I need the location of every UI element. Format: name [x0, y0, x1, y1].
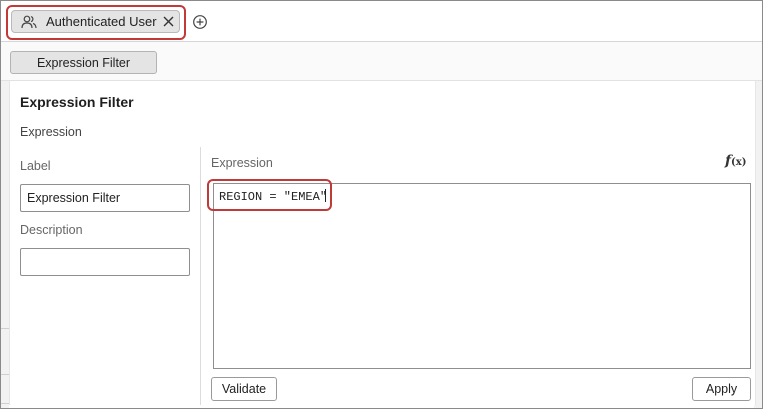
expression-editor[interactable]: REGION = "EMEA": [213, 183, 751, 369]
label-field-label: Label: [20, 159, 51, 173]
filter-tab-bar: Expression Filter: [1, 42, 762, 81]
role-tab-bar: Authenticated User: [1, 1, 762, 42]
gutter-divider: [1, 374, 9, 375]
fx-icon[interactable]: f(x): [725, 153, 746, 169]
app-frame: Authenticated User Expression Filter Exp…: [0, 0, 763, 409]
users-icon: [21, 15, 37, 29]
plus-circle-icon[interactable]: [192, 14, 208, 30]
expression-text: REGION = "EMEA": [219, 189, 328, 204]
gutter-divider: [1, 403, 9, 404]
validate-button[interactable]: Validate: [211, 377, 277, 401]
close-icon[interactable]: [163, 16, 175, 28]
left-gutter: [1, 81, 9, 408]
role-tab-label: Authenticated User: [46, 14, 157, 29]
gutter-divider: [1, 328, 9, 329]
expression-field-label: Expression: [211, 156, 273, 170]
expression-filter-panel: Expression Filter Expression Label Descr…: [9, 81, 756, 405]
text-caret: [325, 189, 327, 202]
label-input[interactable]: [20, 184, 190, 212]
panel-title: Expression Filter: [20, 94, 134, 110]
section-label: Expression: [20, 125, 82, 139]
role-tab-authenticated-user[interactable]: Authenticated User: [11, 10, 180, 33]
description-field-label: Description: [20, 223, 83, 237]
column-divider: [200, 147, 201, 405]
description-input[interactable]: [20, 248, 190, 276]
apply-button[interactable]: Apply: [692, 377, 751, 401]
tab-expression-filter[interactable]: Expression Filter: [10, 51, 157, 74]
